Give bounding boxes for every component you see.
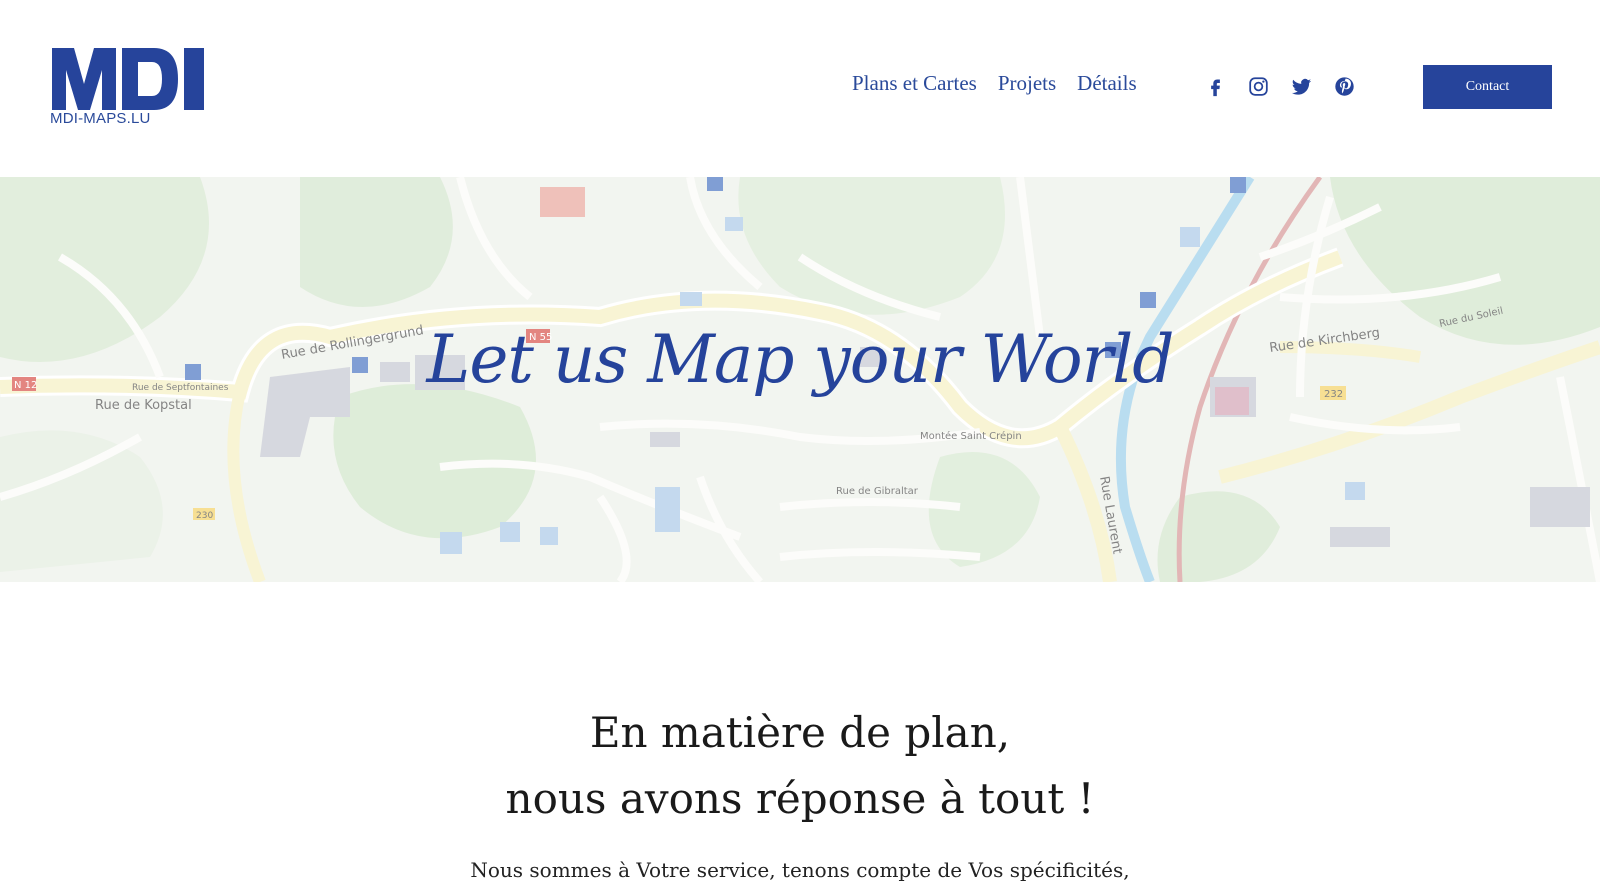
hero-title: Let us Map your World	[426, 321, 1175, 398]
hero-banner: Rue de Rollingergrund Rue de Kopstal Rue…	[0, 177, 1600, 582]
nav-projets[interactable]: Projets	[998, 71, 1056, 96]
pinterest-icon[interactable]	[1334, 76, 1355, 97]
main-headline: En matière de plan, nous avons réponse à…	[0, 700, 1600, 832]
contact-button[interactable]: Contact	[1423, 65, 1552, 109]
site-header: MDI-MAPS.LU Plans et Cartes Projets Déta…	[0, 0, 1600, 177]
intro-text: Nous sommes à Votre service, tenons comp…	[470, 858, 1130, 882]
twitter-icon[interactable]	[1291, 76, 1312, 97]
nav-plans-et-cartes[interactable]: Plans et Cartes	[852, 71, 977, 96]
headline-line-2: nous avons réponse à tout !	[505, 774, 1095, 823]
brand-logo[interactable]: MDI-MAPS.LU	[50, 46, 206, 130]
headline-line-1: En matière de plan,	[589, 708, 1011, 757]
main-nav: Plans et Cartes Projets Détails	[852, 71, 1137, 96]
logo-subtitle: MDI-MAPS.LU	[50, 110, 151, 127]
instagram-icon[interactable]	[1248, 76, 1269, 97]
nav-details[interactable]: Détails	[1077, 71, 1136, 96]
social-links	[1205, 76, 1355, 97]
logo-mark	[52, 48, 204, 110]
facebook-icon[interactable]	[1205, 76, 1226, 97]
